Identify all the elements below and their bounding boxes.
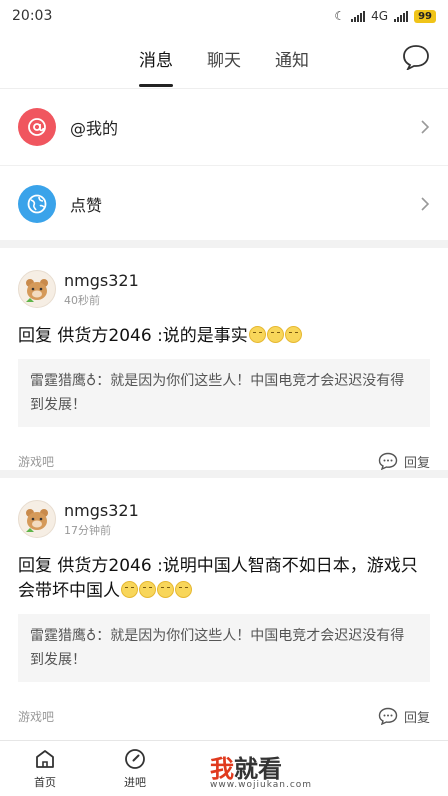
emoji-icon [157, 581, 174, 598]
row-likes-label: 点赞 [70, 195, 103, 215]
card-user: nmgs321 40秒前 [0, 248, 448, 308]
comment-icon [378, 452, 398, 470]
quoted-comment[interactable]: 雷霆猎鹰♁：就是因为你们这些人！中国电竞才会迟迟没有得到发展！ [18, 359, 430, 427]
globe-icon [18, 184, 56, 223]
nav-forums-label: 进吧 [124, 775, 146, 789]
row-mentions-label: @我的 [70, 119, 119, 138]
nav-forums[interactable]: 进吧 [90, 741, 180, 796]
username[interactable]: nmgs321 [64, 271, 139, 290]
reply-card[interactable]: nmgs321 17分钟前 回复 供货方2046 :说明中国人智商不如日本，游戏… [0, 478, 448, 740]
post-time: 17分钟前 [64, 523, 111, 537]
avatar[interactable] [18, 270, 56, 308]
status-bar: 20:03 ☾ 4G 99 [0, 0, 448, 32]
emoji-icon [121, 581, 138, 598]
nav-home[interactable]: 首页 [0, 741, 90, 796]
nav-home-label: 首页 [34, 775, 56, 789]
emoji-icon [139, 581, 156, 598]
chat-bubble-icon[interactable] [402, 44, 430, 70]
forum-name[interactable]: 游戏吧 [18, 708, 378, 725]
reply-button[interactable]: 回复 [378, 452, 430, 471]
status-icons: ☾ 4G 99 [334, 9, 436, 23]
tab-bar: 消息 聊天 通知 [0, 42, 448, 87]
message-category-list: @我的 点赞 [0, 88, 448, 240]
network-type: 4G [371, 9, 389, 23]
comment-icon [378, 707, 398, 725]
reply-content: 回复 供货方2046 :说明中国人智商不如日本，游戏只会带坏中国人 [0, 538, 448, 604]
card-footer: 游戏吧 回复 [0, 696, 448, 736]
post-time: 40秒前 [64, 293, 100, 307]
reply-card[interactable]: nmgs321 40秒前 回复 供货方2046 :说的是事实 雷霆猎鹰♁：就是因… [0, 248, 448, 471]
card-footer: 游戏吧 回复 [0, 441, 448, 481]
home-icon [36, 749, 54, 768]
at-icon [18, 108, 56, 146]
moon-icon: ☾ [334, 9, 346, 23]
emoji-icon [248, 326, 266, 343]
compass-icon [125, 748, 145, 769]
reply-button-label: 回复 [403, 455, 430, 471]
chevron-right-icon [421, 196, 430, 211]
reply-button[interactable]: 回复 [378, 707, 430, 726]
watermark-url: www.wojiukan.com [210, 780, 313, 790]
row-mentions[interactable]: @我的 [0, 89, 448, 165]
signal-icon-2 [394, 10, 409, 22]
tab-chat[interactable]: 聊天 [207, 42, 241, 75]
emoji-icon [284, 326, 302, 343]
username[interactable]: nmgs321 [64, 501, 139, 520]
row-likes[interactable]: 点赞 [0, 165, 448, 241]
reply-text: 回复 供货方2046 :说明中国人智商不如日本，游戏只会带坏中国人 [18, 556, 418, 601]
card-user: nmgs321 17分钟前 [0, 478, 448, 538]
reply-button-label: 回复 [403, 710, 430, 726]
emoji-icon [175, 581, 192, 598]
emoji-icon [266, 326, 284, 343]
tab-messages[interactable]: 消息 [139, 42, 173, 87]
bottom-nav: 首页 进吧 我就看 www.wojiukan.com [0, 740, 448, 796]
status-time: 20:03 [12, 8, 53, 24]
battery-icon: 99 [414, 9, 436, 23]
forum-name[interactable]: 游戏吧 [18, 453, 378, 470]
quoted-comment[interactable]: 雷霆猎鹰♁：就是因为你们这些人！中国电竞才会迟迟没有得到发展！ [18, 614, 430, 682]
avatar[interactable] [18, 500, 56, 538]
reply-text: 回复 供货方2046 :说的是事实 [18, 326, 248, 346]
tab-notifications[interactable]: 通知 [275, 42, 309, 75]
reply-content: 回复 供货方2046 :说的是事实 [0, 308, 448, 349]
header: 消息 聊天 通知 [0, 32, 448, 88]
signal-icon [351, 10, 366, 22]
chevron-right-icon [421, 120, 430, 134]
watermark: 我就看 www.wojiukan.com [210, 755, 313, 790]
